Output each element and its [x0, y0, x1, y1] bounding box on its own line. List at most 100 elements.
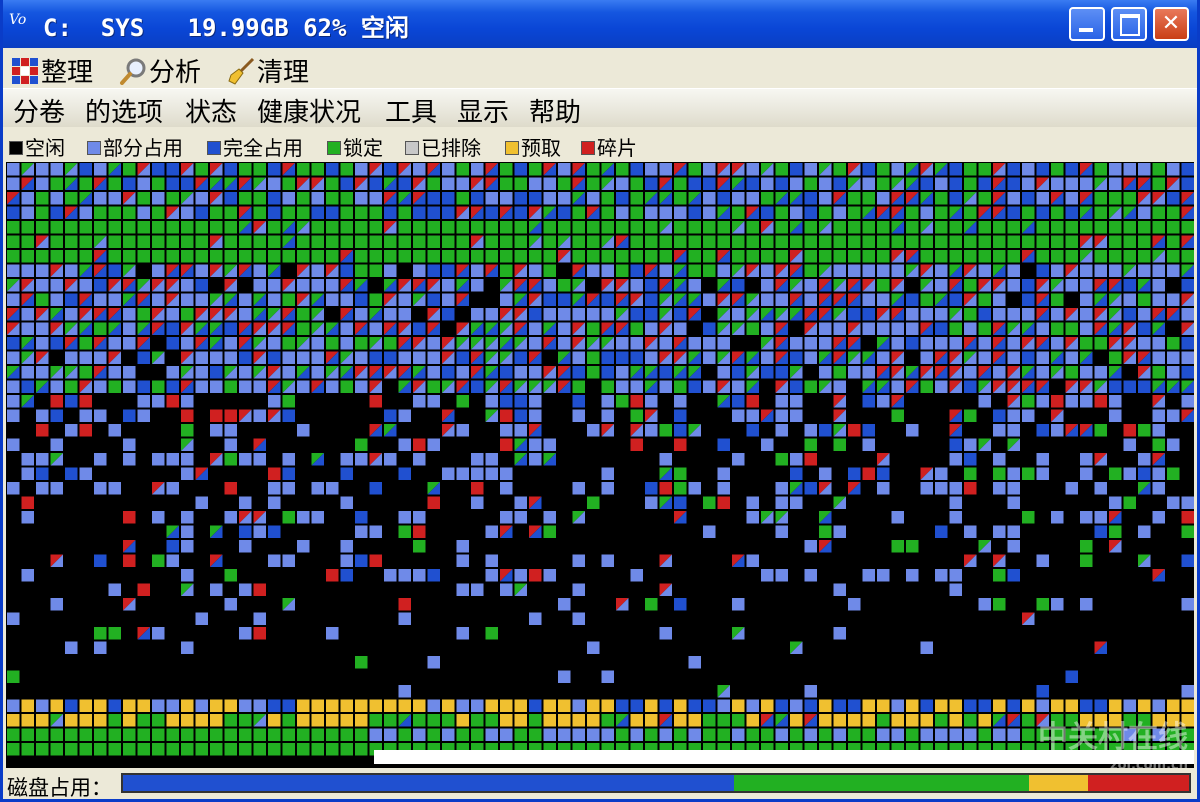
analyze-button[interactable]: 分析 — [119, 52, 201, 88]
cluster-cell — [529, 192, 542, 205]
cluster-cell — [558, 279, 571, 292]
cluster-cell — [1152, 699, 1165, 712]
cluster-cell — [587, 322, 600, 335]
cluster-cell — [50, 192, 63, 205]
cluster-cell — [7, 177, 20, 190]
cluster-cell — [268, 728, 281, 741]
cluster-cell — [761, 366, 774, 379]
title-bar[interactable]: Vo C: SYS 19.99GB 62% 空闲 ✕ — [3, 0, 1197, 48]
cluster-cell — [340, 322, 353, 335]
cluster-cell — [1022, 177, 1035, 190]
cluster-cell — [311, 351, 324, 364]
cluster-cell — [1051, 177, 1064, 190]
cluster-cell — [166, 250, 179, 263]
cluster-cell — [848, 366, 861, 379]
cluster-cell — [862, 221, 875, 234]
clean-button[interactable]: 清理 — [227, 52, 309, 88]
menu-view[interactable]: 显示 — [457, 92, 509, 129]
cluster-cell — [36, 409, 49, 422]
cluster-cell — [1065, 366, 1078, 379]
cluster-cell — [181, 569, 194, 582]
cluster-cell — [920, 380, 933, 393]
cluster-cell — [123, 453, 136, 466]
cluster-cell — [1051, 322, 1064, 335]
cluster-cell — [355, 337, 368, 350]
cluster-cell — [1065, 192, 1078, 205]
cluster-cell — [630, 250, 643, 263]
cluster-cell — [862, 322, 875, 335]
cluster-cell — [1181, 685, 1194, 698]
cluster-cell — [500, 482, 513, 495]
cluster-cell — [645, 308, 658, 321]
cluster-cell — [949, 569, 962, 582]
cluster-cell — [398, 612, 411, 625]
cluster-cell — [761, 177, 774, 190]
cluster-cell — [717, 264, 730, 277]
cluster-cell — [645, 293, 658, 306]
cluster-cell — [224, 163, 237, 176]
cluster-cell — [1051, 337, 1064, 350]
defrag-button[interactable]: 整理 — [11, 52, 93, 88]
cluster-cell — [123, 728, 136, 741]
cluster-cell — [717, 221, 730, 234]
cluster-cell — [1138, 337, 1151, 350]
cluster-cell — [94, 482, 107, 495]
cluster-cell — [384, 308, 397, 321]
cluster-cell — [253, 699, 266, 712]
cluster-cell — [862, 699, 875, 712]
cluster-cell — [239, 583, 252, 596]
cluster-cell — [413, 322, 426, 335]
cluster-cell — [949, 583, 962, 596]
cluster-cell — [703, 699, 716, 712]
cluster-cell — [65, 743, 78, 756]
cluster-cell — [7, 293, 20, 306]
cluster-cell — [703, 337, 716, 350]
cluster-cell — [427, 714, 440, 727]
cluster-cell — [413, 163, 426, 176]
cluster-cell — [1051, 511, 1064, 524]
cluster-cell — [500, 395, 513, 408]
cluster-cell — [1181, 163, 1194, 176]
cluster-cell — [877, 322, 890, 335]
menu-volume[interactable]: 分卷 — [13, 92, 65, 129]
cluster-cell — [326, 293, 339, 306]
menu-help[interactable]: 帮助 — [529, 92, 581, 129]
cluster-cell — [601, 250, 614, 263]
cluster-cell — [804, 482, 817, 495]
cluster-cell — [1036, 366, 1049, 379]
minimize-button[interactable] — [1069, 7, 1105, 41]
cluster-cell — [920, 308, 933, 321]
cluster-cell — [877, 728, 890, 741]
cluster-cell — [935, 221, 948, 234]
cluster-map[interactable] — [6, 162, 1194, 768]
cluster-cell — [500, 714, 513, 727]
cluster-cell — [543, 293, 556, 306]
menu-tools[interactable]: 工具 — [385, 92, 437, 129]
cluster-cell — [1051, 395, 1064, 408]
menu-health[interactable]: 健康状况 — [257, 92, 361, 129]
cluster-cell — [311, 221, 324, 234]
maximize-button[interactable] — [1111, 7, 1147, 41]
close-button[interactable]: ✕ — [1153, 7, 1189, 41]
cluster-cell — [195, 743, 208, 756]
menu-options[interactable]: 的选项 — [85, 92, 163, 129]
cluster-cell — [833, 627, 846, 640]
cluster-cell — [775, 235, 788, 248]
cluster-cell — [529, 163, 542, 176]
cluster-cell — [790, 337, 803, 350]
cluster-cell — [224, 235, 237, 248]
cluster-cell — [587, 250, 600, 263]
cluster-cell — [1152, 279, 1165, 292]
cluster-cell — [21, 366, 34, 379]
cluster-cell — [500, 728, 513, 741]
cluster-cell — [456, 221, 469, 234]
cluster-cell — [398, 351, 411, 364]
cluster-cell — [949, 221, 962, 234]
menu-status[interactable]: 状态 — [185, 92, 237, 129]
cluster-cell — [1109, 699, 1122, 712]
cluster-cell — [355, 293, 368, 306]
cluster-cell — [282, 250, 295, 263]
cluster-cell — [297, 192, 310, 205]
cluster-cell — [239, 728, 252, 741]
cluster-cell — [746, 699, 759, 712]
